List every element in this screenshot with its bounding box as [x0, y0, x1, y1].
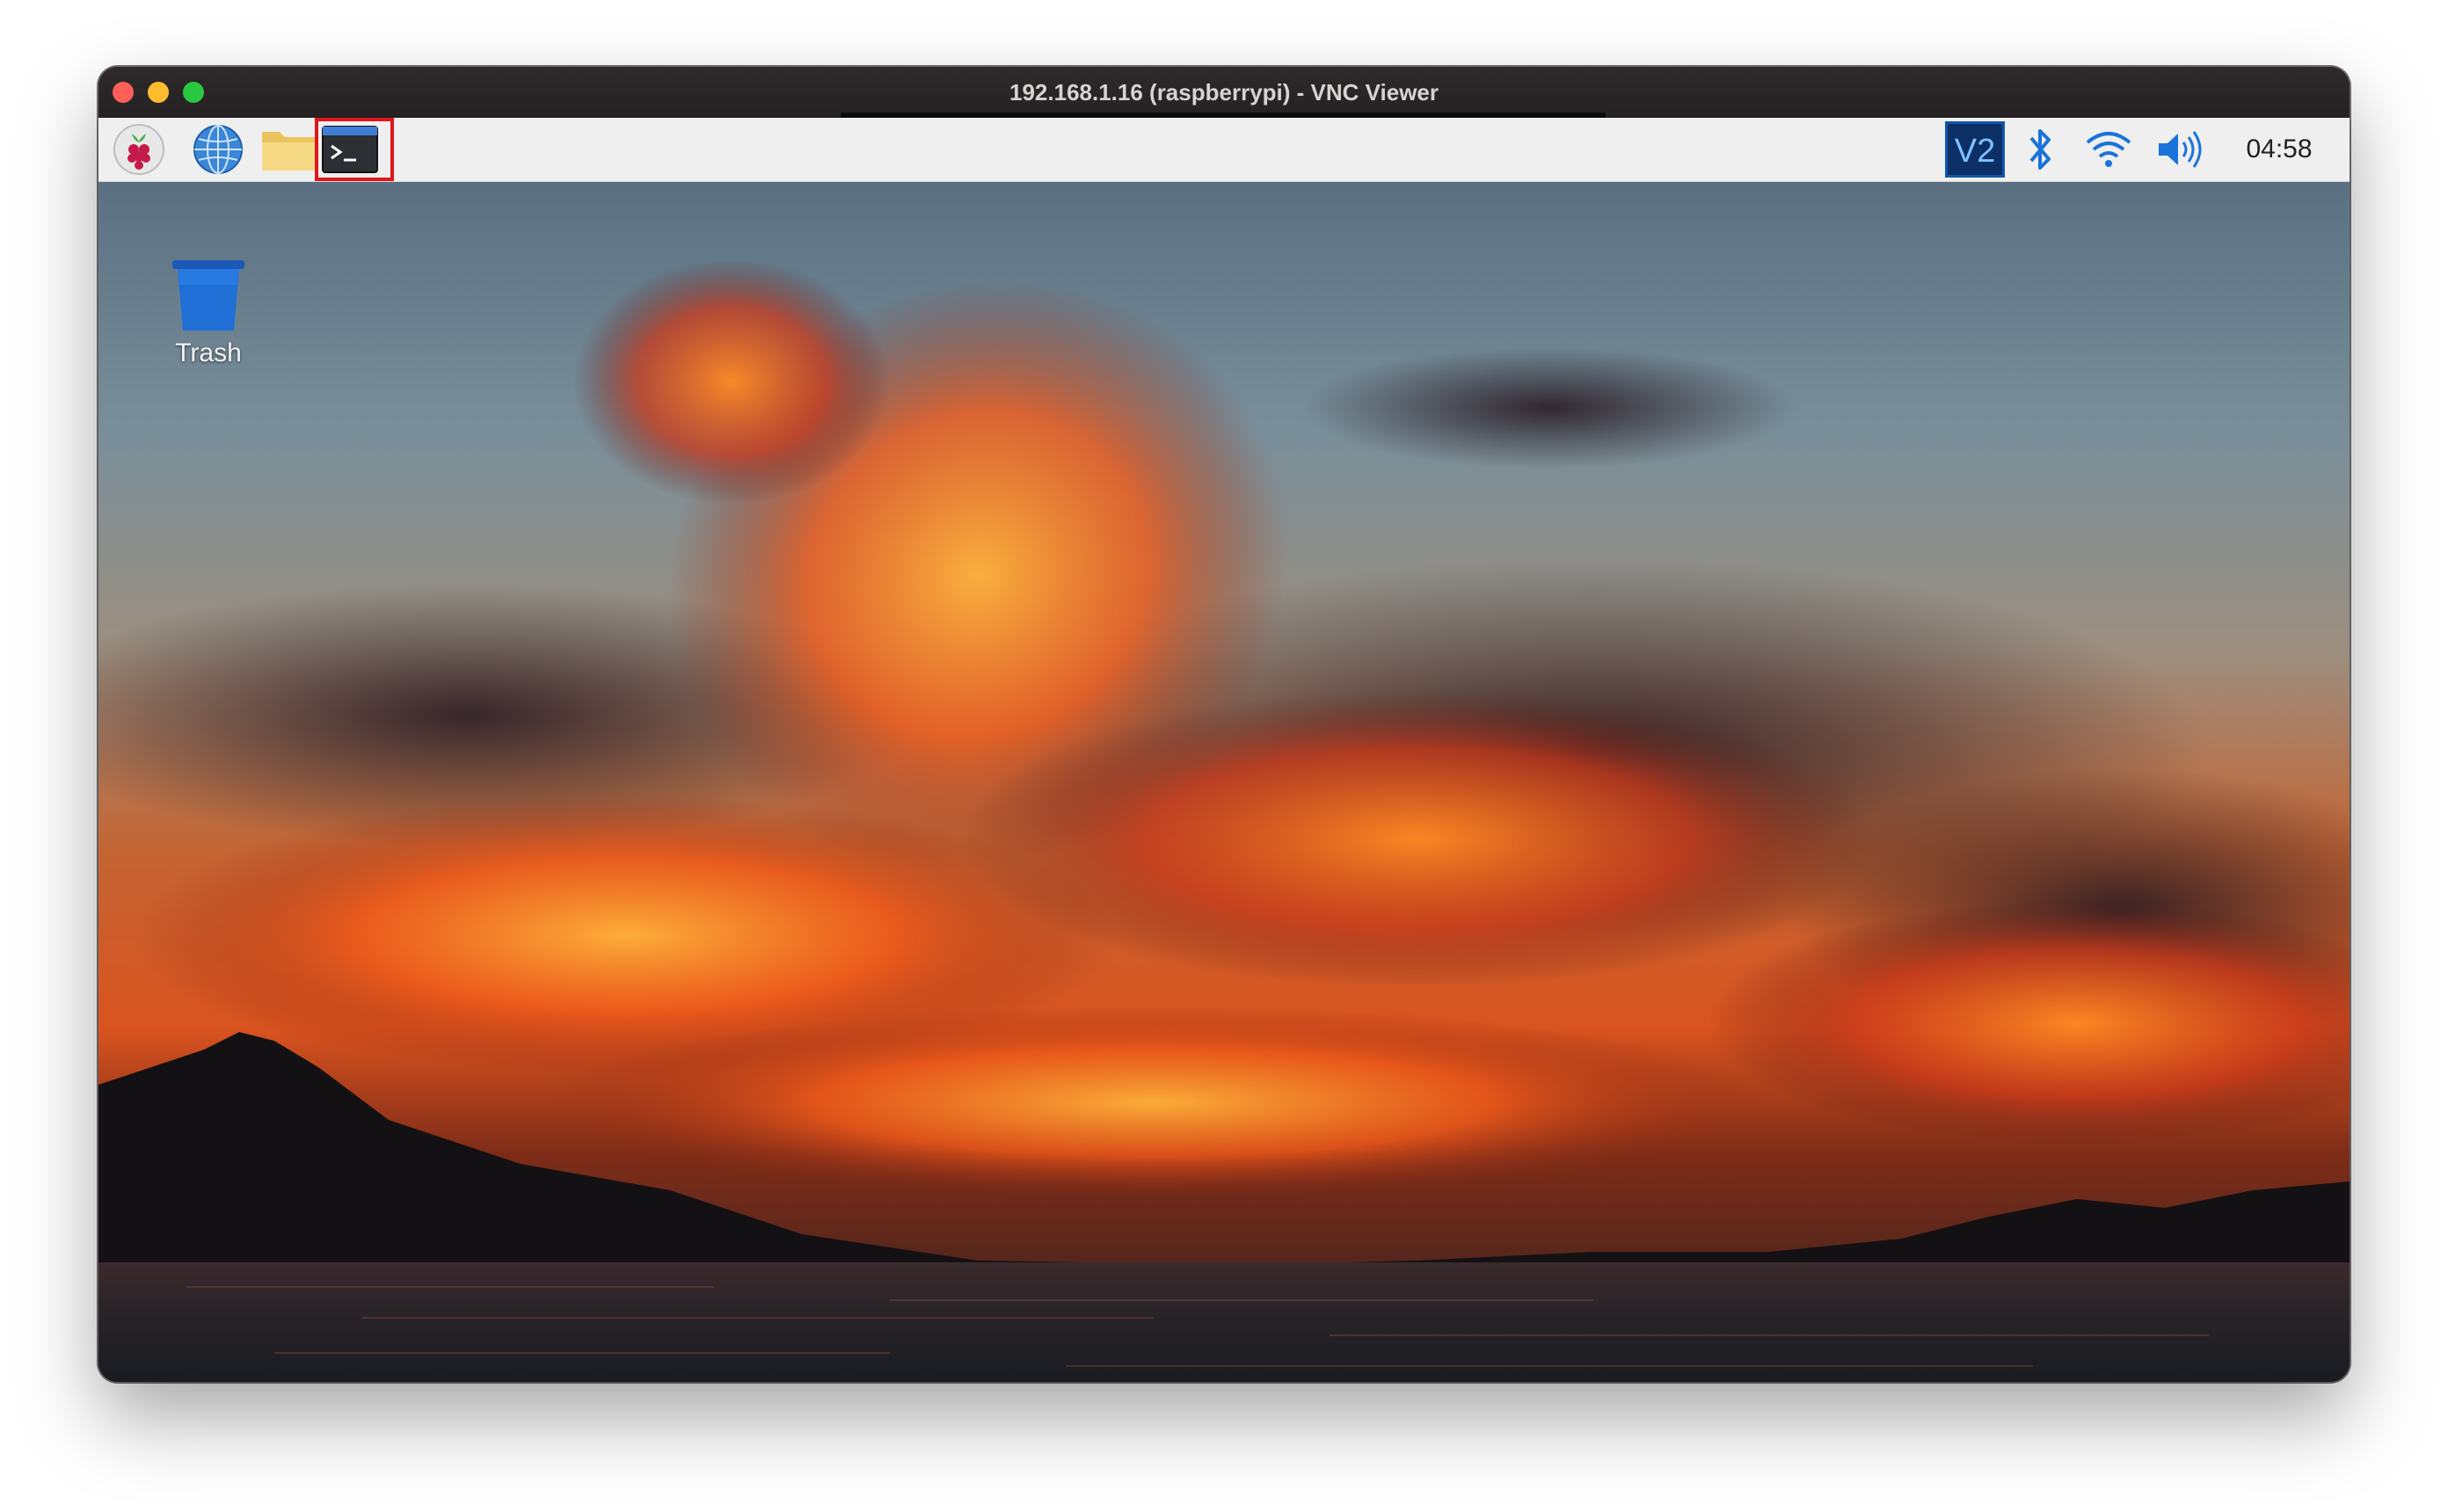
panel-clock[interactable]: 04:58: [2226, 118, 2332, 181]
window-title: 192.168.1.16 (raspberrypi) - VNC Viewer: [1009, 79, 1439, 105]
title-bar[interactable]: 192.168.1.16 (raspberrypi) - VNC Viewer: [98, 67, 2350, 120]
bluetooth-tray-button[interactable]: [2015, 123, 2065, 176]
bluetooth-icon: [2029, 129, 2051, 170]
raspberry-pi-icon: [113, 124, 164, 175]
globe-icon: [193, 125, 243, 174]
folder-icon: [262, 132, 315, 171]
web-browser-button[interactable]: [186, 125, 250, 174]
vnc-server-tray-button[interactable]: V2: [1943, 121, 2007, 178]
file-manager-button[interactable]: [257, 125, 320, 174]
raspberry-menu-button[interactable]: [107, 124, 171, 175]
terminal-highlight-box: [315, 118, 394, 181]
speaker-volume-icon: [2159, 131, 2202, 168]
sunset-wallpaper: [98, 118, 2350, 1382]
trash-label: Trash: [175, 338, 242, 367]
wifi-icon: [2086, 132, 2131, 167]
wallpaper-image: [98, 118, 2350, 1382]
trash-desktop-icon[interactable]: Trash: [151, 258, 266, 368]
volume-tray-button[interactable]: [2153, 123, 2209, 176]
remote-desktop[interactable]: Trash: [98, 118, 2350, 1382]
svg-text:V2: V2: [1955, 133, 1995, 170]
taskbar-panel: V2 04:58: [98, 118, 2350, 182]
wifi-tray-button[interactable]: [2080, 123, 2137, 176]
trash-bin-icon: [172, 260, 244, 331]
vnc-icon: V2: [1945, 121, 2005, 178]
vnc-viewer-window: 192.168.1.16 (raspberrypi) - VNC Viewer: [98, 67, 2350, 1382]
